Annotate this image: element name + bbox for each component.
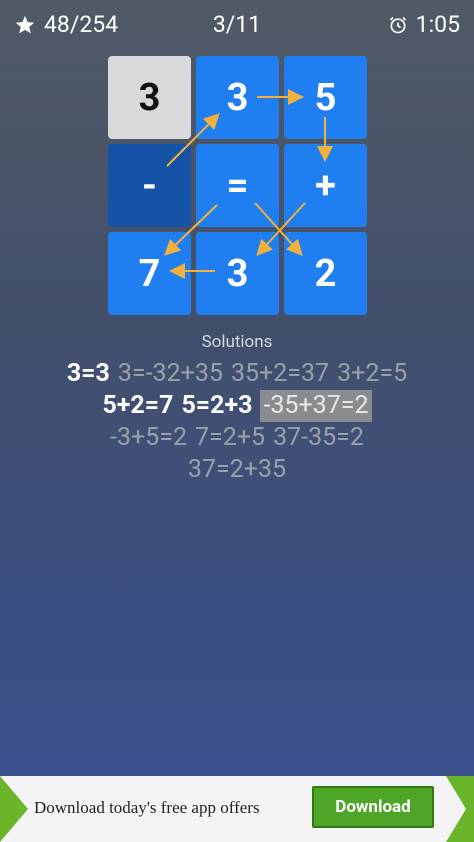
timer: 1:05 — [388, 11, 460, 38]
tile-r2c3[interactable]: + — [284, 144, 367, 227]
tile-label: 3 — [226, 75, 249, 120]
solution-item[interactable]: 37-35=2 — [273, 422, 364, 454]
solution-item[interactable]: 5=2+3 — [181, 390, 252, 422]
ad-banner[interactable]: Download today's free app offers Downloa… — [0, 776, 474, 842]
solution-item[interactable]: 5+2=7 — [102, 390, 173, 422]
tile-label: 7 — [138, 251, 161, 296]
tile-r3c2[interactable]: 3 — [196, 232, 279, 315]
solutions-heading: Solutions — [201, 332, 273, 352]
tile-label: - — [142, 163, 157, 208]
solution-item[interactable]: 3=-32+35 — [118, 358, 223, 390]
timer-value: 1:05 — [415, 11, 460, 38]
ad-text: Download today's free app offers — [34, 798, 260, 817]
download-button[interactable]: Download — [312, 786, 434, 828]
tile-r1c1[interactable]: 3 — [108, 56, 191, 139]
tile-r3c3[interactable]: 2 — [284, 232, 367, 315]
ad-right-chevron — [446, 776, 474, 842]
tile-r1c3[interactable]: 5 — [284, 56, 367, 139]
tile-label: 3 — [226, 251, 249, 296]
alarm-clock-icon — [388, 15, 408, 35]
tile-label: 2 — [314, 251, 337, 296]
top-bar: 48/254 3/11 1:05 — [0, 0, 474, 50]
solution-item[interactable]: 37=2+35 — [188, 454, 286, 486]
solution-item[interactable]: -3+5=2 — [110, 422, 187, 454]
tile-label: 3 — [138, 75, 161, 120]
tile-r3c1[interactable]: 7 — [108, 232, 191, 315]
tile-r2c2[interactable]: = — [196, 144, 279, 227]
solution-item[interactable]: -35+37=2 — [260, 390, 372, 422]
ad-left-chevron — [0, 776, 28, 842]
solution-item[interactable]: 3+2=5 — [337, 358, 407, 390]
solutions-list: 3=3 3=-32+35 35+2=37 3+2=5 5+2=7 5=2+3 -35+37… — [10, 358, 464, 486]
tile-label: = — [226, 163, 249, 208]
tile-label: 5 — [314, 75, 337, 120]
tile-r2c1[interactable]: - — [108, 144, 191, 227]
puzzle-grid: 3 3 5 - = + 7 3 2 — [107, 55, 367, 315]
solution-item[interactable]: 3=3 — [67, 358, 110, 390]
tile-label: + — [315, 163, 336, 208]
tile-r1c2[interactable]: 3 — [196, 56, 279, 139]
solution-item[interactable]: 7=2+5 — [195, 422, 265, 454]
solution-item[interactable]: 35+2=37 — [231, 358, 329, 390]
